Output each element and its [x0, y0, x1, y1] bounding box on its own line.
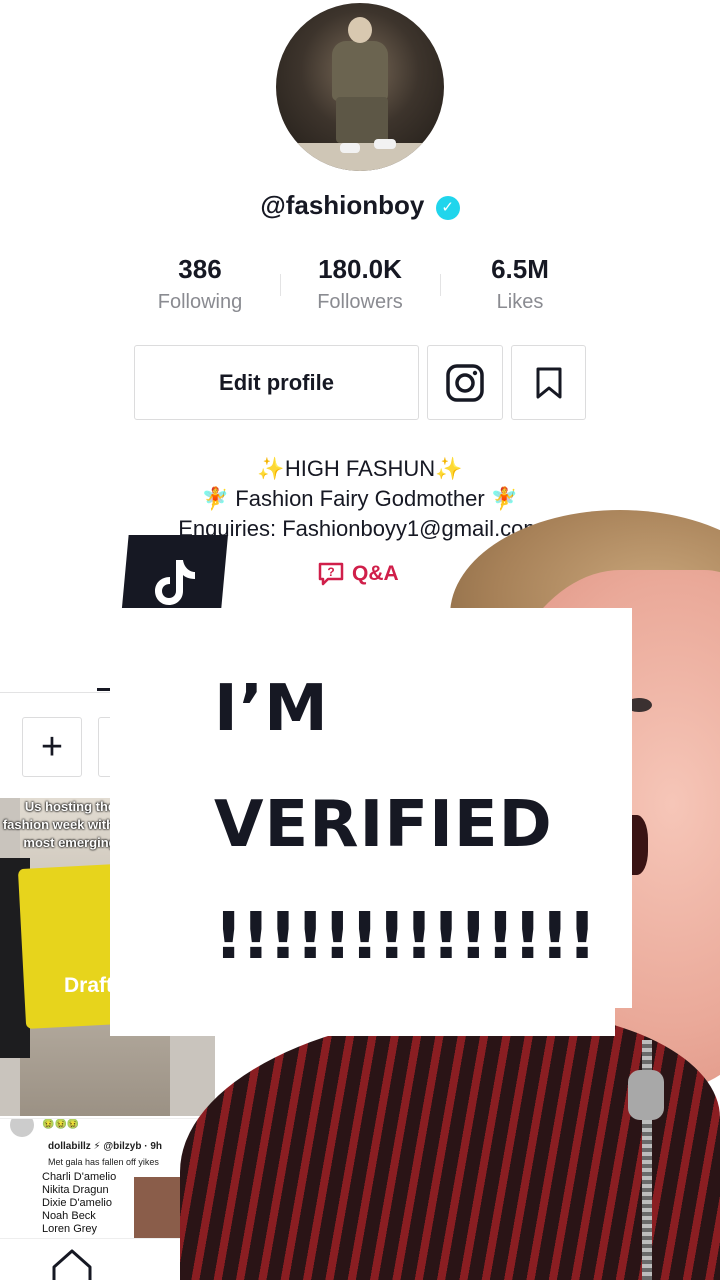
tweet-name: Noah Beck	[42, 1210, 96, 1222]
home-icon[interactable]	[50, 1247, 94, 1280]
tweet-avatar	[10, 1119, 34, 1137]
tweet-name: Nikita Dragun	[42, 1184, 109, 1196]
verified-badge-icon: ✓	[435, 196, 460, 220]
add-video-button[interactable]: +	[22, 717, 82, 777]
edit-profile-button[interactable]: Edit profile	[134, 345, 419, 420]
tweet-name: Charli D'amelio	[42, 1171, 117, 1183]
following-label: Following	[157, 291, 243, 313]
avatar-head	[348, 17, 372, 43]
stat-followers[interactable]: 180.0K Followers	[285, 254, 435, 314]
avatar-shoe	[374, 139, 396, 149]
tweet-name: Dixie D'amelio	[42, 1197, 112, 1209]
avatar-legs	[336, 97, 388, 143]
overlay-line: VERIFIED	[214, 788, 553, 862]
text-sticker-edge	[612, 608, 632, 1008]
reaction-zipper-pull	[628, 1070, 664, 1120]
avatar-body	[332, 41, 388, 101]
stat-divider	[440, 274, 441, 296]
stat-following[interactable]: 386 Following	[125, 254, 275, 314]
overlay-line: !!!!!!!!!!!!!!	[214, 900, 597, 974]
tweet-user: dollabillz ⚡ @bilzyb · 9h	[48, 1141, 162, 1152]
tweet-name: Loren Grey	[42, 1223, 98, 1235]
bio-line: ✨HIGH FASHUN✨	[257, 456, 463, 481]
instagram-icon	[446, 363, 484, 402]
bookmark-icon	[536, 367, 561, 398]
profile-username: @fashionboy ✓	[0, 190, 720, 221]
stat-likes[interactable]: 6.5M Likes	[445, 254, 595, 314]
followers-count: 180.0K	[318, 254, 402, 284]
video-thumbnail[interactable]: 🤢🤢🤢 dollabillz ⚡ @bilzyb · 9h Met gala h…	[0, 1118, 200, 1238]
avatar-shoe	[340, 143, 360, 153]
likes-label: Likes	[496, 291, 544, 313]
avatar-floor	[276, 143, 444, 171]
followers-label: Followers	[317, 291, 403, 313]
bio-line: 🧚 Fashion Fairy Godmother 🧚	[201, 486, 519, 511]
profile-avatar[interactable]	[276, 3, 444, 171]
stat-divider	[280, 274, 281, 296]
tweet-emoji: 🤢🤢🤢	[42, 1119, 80, 1130]
username-text: @fashionboy	[260, 190, 425, 220]
instagram-button[interactable]	[427, 345, 503, 420]
tweet-text: Met gala has fallen off yikes	[48, 1157, 159, 1167]
likes-count: 6.5M	[491, 254, 549, 284]
bottom-nav	[0, 1238, 200, 1280]
favorites-button[interactable]	[511, 345, 586, 420]
following-count: 386	[178, 254, 222, 284]
reaction-shirt	[180, 1010, 720, 1280]
overlay-line: I’M	[214, 672, 329, 746]
tiktok-note-icon	[155, 560, 195, 605]
tweet-names: Charli D'amelio Nikita Dragun Dixie D'am…	[42, 1171, 116, 1236]
